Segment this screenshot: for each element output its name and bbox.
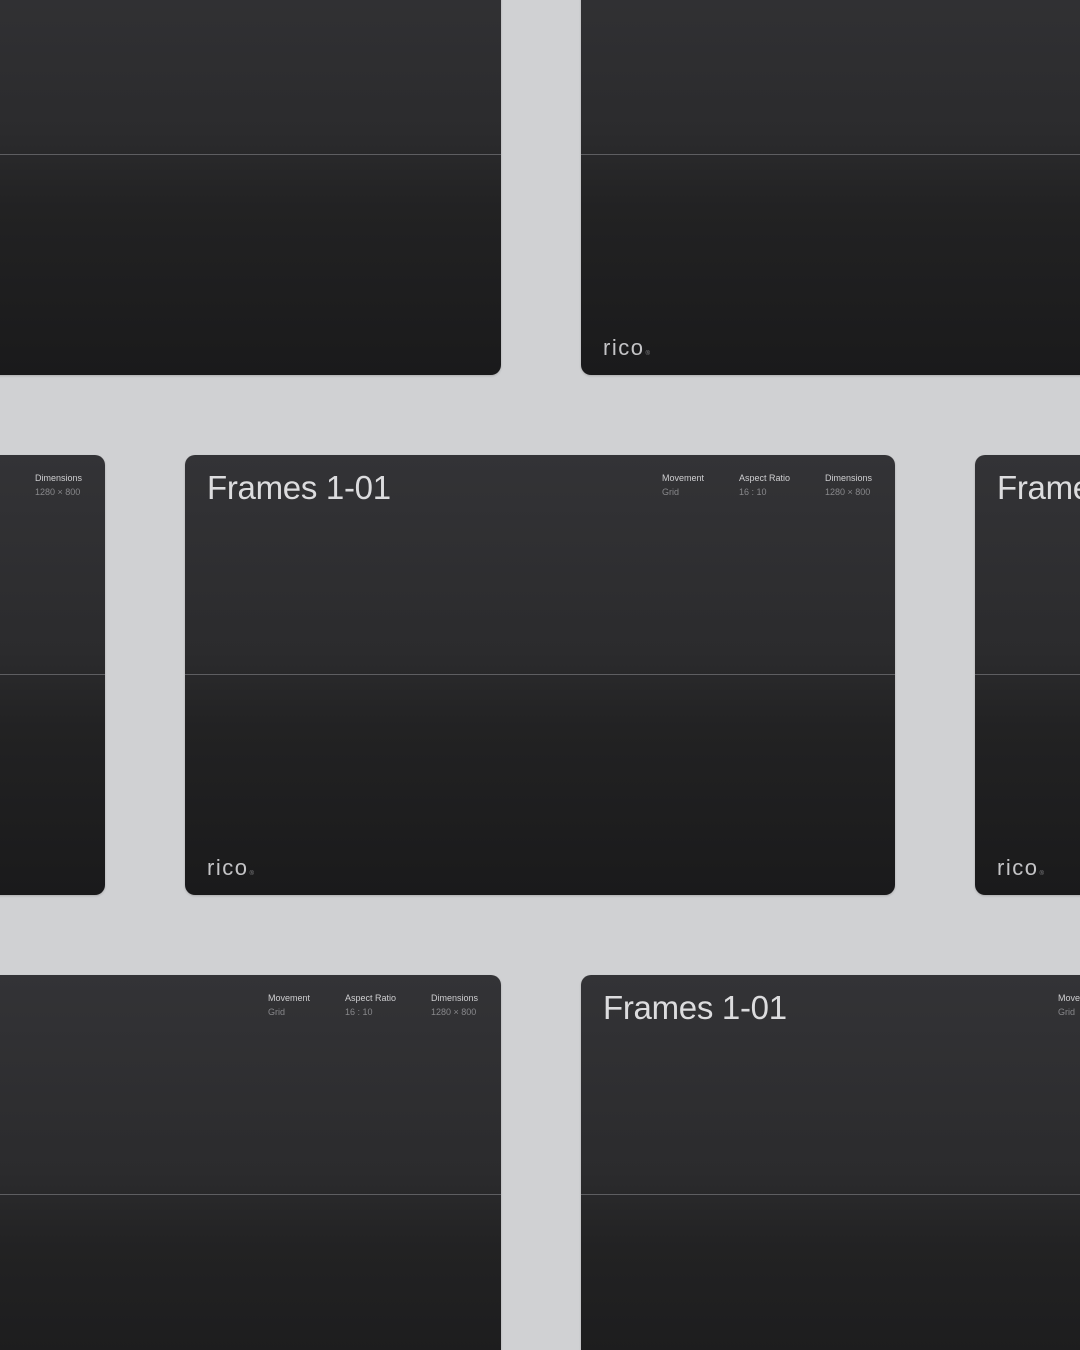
meta-value: 1280 × 800 [35,487,81,497]
meta-label: Aspect Ratio [739,473,791,483]
logo-text: rico [207,855,249,880]
meta-movement: Movement Grid [662,473,704,497]
meta-label: Dimensions [825,473,873,483]
frame-divider [581,1194,1080,1195]
frame-divider [0,674,105,675]
meta-aspect-ratio: Aspect Ratio 16 : 10 [739,473,790,497]
frame-card: Movement Grid Aspect Ratio 16 : 10 Dimen… [0,975,501,1350]
meta-movement: Movement Grid [1058,993,1080,1017]
meta-label: Dimensions [35,473,83,483]
frame-card [0,0,501,375]
frame-title: Frames 1-01 [997,469,1080,506]
logo-text: rico [997,855,1039,880]
frame-divider [0,154,501,155]
meta-label: Aspect Ratio [345,993,397,1003]
meta-dimensions: Dimensions 1280 × 800 [35,473,82,497]
rico-logo: rico® [603,335,651,361]
meta-dimensions: Dimensions 1280 × 800 [431,993,478,1017]
frame-divider [185,674,895,675]
meta-dimensions: Dimensions 1280 × 800 [825,473,872,497]
meta-value: 16 : 10 [345,1007,373,1017]
meta-value: Grid [1058,1007,1076,1017]
registered-mark: ® [645,351,652,357]
frame-title: Frames 1-01 [603,989,787,1026]
frame-card: rico® [581,0,1080,375]
registered-mark: ® [1039,871,1046,877]
meta-value: 1280 × 800 [431,1007,477,1017]
rico-logo: rico® [207,855,255,881]
frame-divider [581,154,1080,155]
rico-logo: rico® [997,855,1045,881]
registered-mark: ® [249,871,256,877]
logo-text: rico [603,335,645,360]
frame-divider [0,1194,501,1195]
meta-value: Grid [662,487,680,497]
meta-label: Movement [268,993,311,1003]
meta-value: 16 : 10 [739,487,767,497]
meta-aspect-ratio: Aspect Ratio 16 : 10 [345,993,396,1017]
meta-value: 1280 × 800 [825,487,871,497]
frame-card: Frames 1-01 rico® [975,455,1080,895]
meta-value: Grid [268,1007,286,1017]
frame-title: Frames 1-01 [207,469,391,506]
frame-card: Frames 1-01 Movement Grid Aspect Ratio 1… [185,455,895,895]
meta-label: Dimensions [431,993,479,1003]
meta-label: Movement [1058,993,1080,1003]
meta-label: Movement [662,473,705,483]
meta-movement: Movement Grid [268,993,310,1017]
frame-card: Frames 1-01 Movement Grid [581,975,1080,1350]
frames-grid-canvas: rico® Frames 1-01 Movement Grid Aspect R… [0,0,1080,1350]
frame-divider [975,674,1080,675]
frame-card: Frames 1-01 Movement Grid Aspect Ratio 1… [0,455,105,895]
